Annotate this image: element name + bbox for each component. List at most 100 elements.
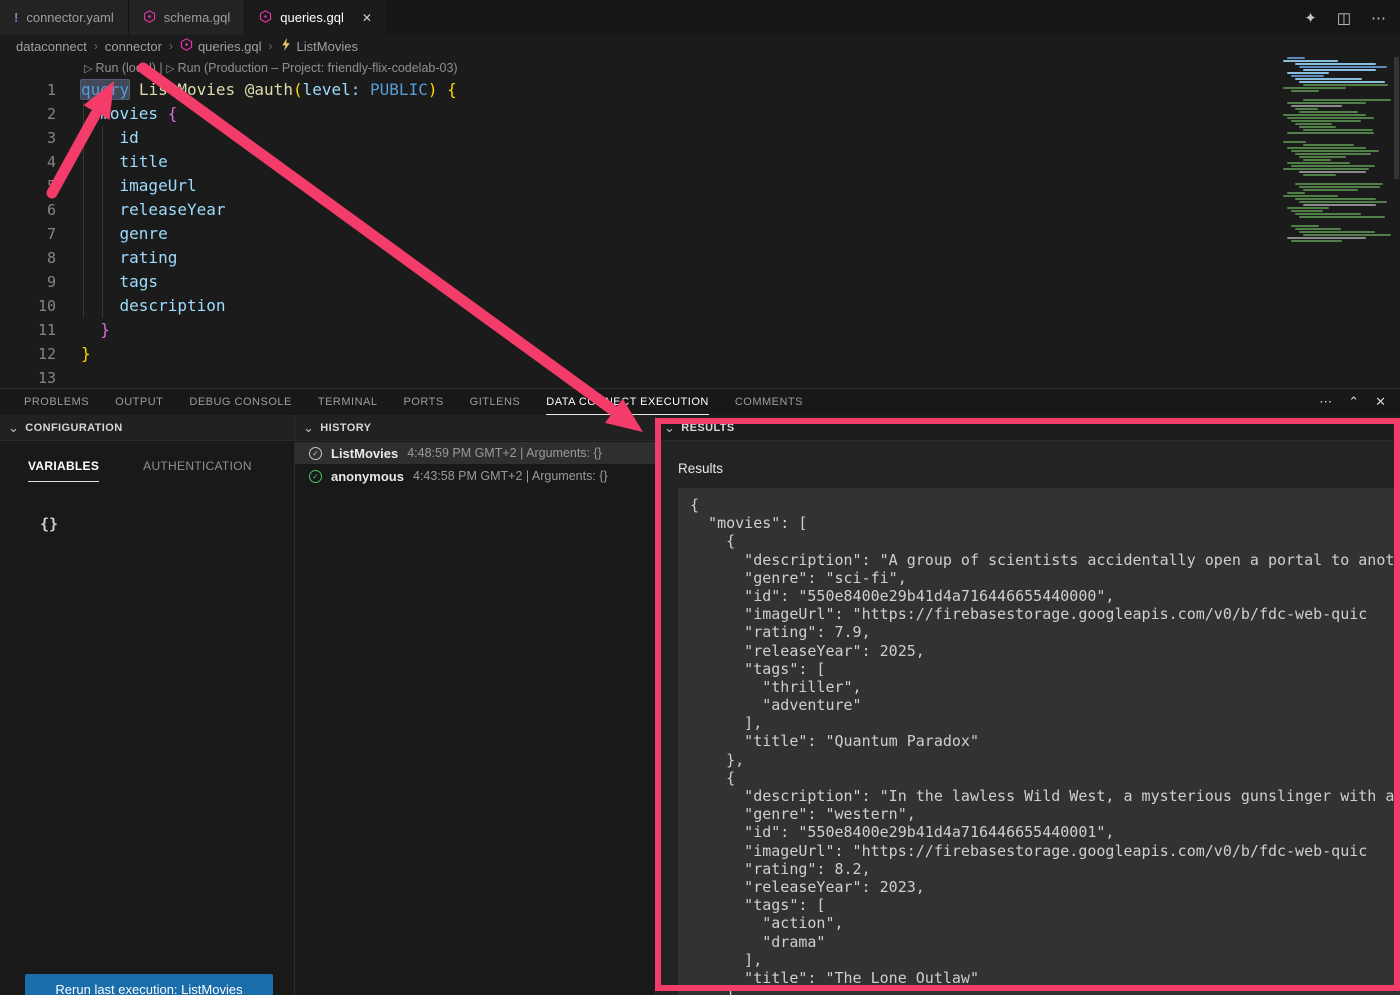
play-icon: ▷ [166, 63, 174, 75]
code-line: } [81, 342, 91, 366]
minimap-line [1291, 90, 1319, 92]
close-icon[interactable]: ✕ [362, 11, 372, 25]
tab-variables[interactable]: VARIABLES [28, 459, 99, 482]
results-json-line: "rating": 7.9, [690, 623, 1400, 641]
breadcrumb-separator: › [169, 39, 173, 53]
results-json-line: "imageUrl": "https://firebasestorage.goo… [690, 842, 1400, 860]
panel-tab-terminal[interactable]: TERMINAL [318, 389, 378, 415]
editor-tab-connector-yaml[interactable]: ! connector.yaml [0, 0, 128, 35]
panel-tab-debug-console[interactable]: DEBUG CONSOLE [189, 389, 291, 415]
breadcrumb-label: dataconnect [16, 39, 87, 54]
results-json-line: "description": "In the lawless Wild West… [690, 787, 1400, 805]
minimap-line [1287, 162, 1350, 164]
history-entry-meta: 4:48:59 PM GMT+2 | Arguments: {} [407, 446, 602, 460]
tab-authentication[interactable]: AUTHENTICATION [143, 459, 252, 482]
line-number: 4 [0, 150, 56, 174]
results-json-line: { [690, 532, 1400, 550]
code-token: rating [120, 248, 178, 267]
breadcrumb-item-connector[interactable]: connector [105, 39, 162, 54]
panel-actions: ⋯ ⌃ ✕ [1319, 389, 1386, 415]
panel-tab-problems[interactable]: PROBLEMS [24, 389, 89, 415]
breadcrumb-item-ListMovies[interactable]: ListMovies [280, 38, 358, 54]
panel-maximize-icon[interactable]: ⌃ [1348, 394, 1359, 410]
code-token [81, 320, 100, 339]
breadcrumb-label: connector [105, 39, 162, 54]
split-editor-icon[interactable]: ◫ [1337, 9, 1351, 27]
line-number: 6 [0, 198, 56, 222]
code-token [81, 200, 120, 219]
code-token [81, 272, 120, 291]
panel-tab-gitlens[interactable]: GITLENS [470, 389, 521, 415]
run-production-link[interactable]: Run (Production – Project: friendly-flix… [178, 61, 458, 75]
yaml-icon: ! [14, 10, 18, 25]
results-header[interactable]: ⌄ RESULTS [656, 415, 1400, 441]
run-local-link[interactable]: Run (local) [95, 61, 155, 75]
graphql-icon [259, 10, 272, 26]
history-entry-anonymous[interactable]: ✓anonymous4:43:58 PM GMT+2 | Arguments: … [295, 465, 655, 487]
code-token: { [168, 104, 178, 123]
code-token [129, 80, 139, 99]
results-json-line: "title": "Quantum Paradox" [690, 732, 1400, 750]
code-token [158, 104, 168, 123]
line-number: 2 [0, 102, 56, 126]
results-json-line: ], [690, 951, 1400, 969]
results-json-line: { [690, 769, 1400, 787]
code-line: } [81, 318, 110, 342]
results-json-line: "releaseYear": 2023, [690, 878, 1400, 896]
symbol-icon [280, 38, 292, 54]
editor-tab-bar: !connector.yamlschema.gqlqueries.gql✕ ✦ … [0, 0, 1400, 35]
variables-value[interactable]: {} [40, 515, 58, 533]
panel-tab-data-connect-execution[interactable]: DATA CONNECT EXECUTION [546, 389, 709, 415]
panel-tab-comments[interactable]: COMMENTS [735, 389, 803, 415]
results-json-line: "releaseYear": 2025, [690, 642, 1400, 660]
breadcrumb-separator: › [269, 39, 273, 53]
minimap-line [1299, 216, 1385, 218]
editor-tab-schema-gql[interactable]: schema.gql [129, 0, 244, 35]
tab-label: connector.yaml [26, 10, 113, 25]
minimap-line [1303, 174, 1336, 176]
minimap-line [1299, 156, 1346, 158]
configuration-header[interactable]: ⌄ CONFIGURATION [0, 415, 294, 441]
line-number: 13 [0, 366, 56, 390]
code-token [81, 176, 120, 195]
results-json-line: "genre": "western", [690, 805, 1400, 823]
code-token: tags [120, 272, 159, 291]
code-token: ( [293, 80, 303, 99]
panel-tab-ports[interactable]: PORTS [403, 389, 443, 415]
history-entry-ListMovies[interactable]: ✓ListMovies4:48:59 PM GMT+2 | Arguments:… [295, 442, 655, 464]
minimap-line [1283, 87, 1346, 89]
code-token: } [81, 344, 91, 363]
results-json-line: "thriller", [690, 678, 1400, 696]
minimap[interactable] [1283, 57, 1395, 257]
results-json-viewer[interactable]: { "movies": [ { "description": "A group … [678, 488, 1400, 995]
minimap-line [1283, 180, 1395, 182]
check-circle-icon: ✓ [309, 470, 322, 483]
history-header[interactable]: ⌄ HISTORY [295, 415, 655, 441]
minimap-line [1299, 126, 1336, 128]
minimap-line [1283, 141, 1306, 143]
code-token: title [120, 152, 168, 171]
editor-scrollbar[interactable] [1394, 57, 1399, 179]
code-editor[interactable]: ▷Run (local) | ▷Run (Production – Projec… [0, 57, 1400, 388]
editor-tab-queries-gql[interactable]: queries.gql✕ [245, 0, 386, 35]
breadcrumb-item-dataconnect[interactable]: dataconnect [16, 39, 87, 54]
minimap-line [1291, 150, 1379, 152]
results-section: ⌄ RESULTS Results { "movies": [ { "descr… [656, 415, 1400, 995]
rerun-last-execution-button[interactable]: Rerun last execution: ListMovies [25, 974, 273, 995]
bottom-panel: PROBLEMS OUTPUT DEBUG CONSOLE TERMINAL PORTS… [0, 388, 1400, 995]
minimap-line [1287, 102, 1366, 104]
minimap-line [1303, 204, 1376, 206]
tab-label: schema.gql [164, 10, 230, 25]
minimap-line [1299, 171, 1366, 173]
panel-tab-output[interactable]: OUTPUT [115, 389, 163, 415]
minimap-line [1299, 66, 1387, 68]
breadcrumb-item-queries-gql[interactable]: queries.gql [180, 38, 262, 54]
copilot-sparkle-icon[interactable]: ✦ [1304, 9, 1317, 27]
code-token: id [120, 128, 139, 147]
panel-close-icon[interactable]: ✕ [1375, 394, 1386, 410]
minimap-line [1291, 240, 1342, 242]
line-number: 9 [0, 270, 56, 294]
history-section: ⌄ HISTORY ✓ListMovies4:48:59 PM GMT+2 | … [295, 415, 656, 995]
more-actions-icon[interactable]: ⋯ [1371, 9, 1386, 27]
panel-more-icon[interactable]: ⋯ [1319, 394, 1332, 410]
